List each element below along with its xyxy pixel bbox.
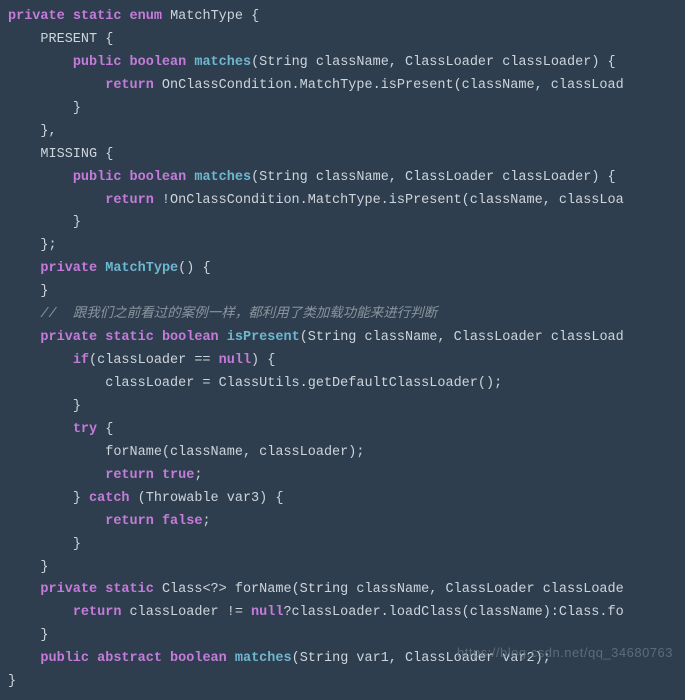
kw-static: static bbox=[105, 582, 154, 597]
kw-return: return bbox=[105, 514, 154, 529]
kw-private: private bbox=[40, 582, 97, 597]
kw-abstract: abstract bbox=[97, 651, 162, 666]
text: { bbox=[97, 147, 113, 162]
text: classLoader != bbox=[121, 605, 251, 620]
method-sig: (String className, ClassLoader classLoad… bbox=[251, 170, 616, 185]
code-block: private static enum MatchType { PRESENT … bbox=[0, 0, 685, 700]
text: (classLoader == bbox=[89, 353, 219, 368]
text: } bbox=[8, 674, 16, 689]
kw-public: public bbox=[73, 55, 122, 70]
text: forName(className, classLoader); bbox=[105, 445, 364, 460]
kw-false: false bbox=[162, 514, 203, 529]
kw-return: return bbox=[105, 468, 154, 483]
kw-null: null bbox=[251, 605, 283, 620]
kw-null: null bbox=[219, 353, 251, 368]
method-name: matches bbox=[235, 651, 292, 666]
text: { bbox=[243, 9, 259, 24]
kw-enum: enum bbox=[130, 9, 162, 24]
text: } bbox=[40, 284, 48, 299]
kw-public: public bbox=[73, 170, 122, 185]
method-sig: (String className, ClassLoader classLoad bbox=[300, 330, 624, 345]
text: }, bbox=[40, 124, 56, 139]
text: } bbox=[73, 537, 81, 552]
kw-try: try bbox=[73, 422, 97, 437]
text: ?classLoader.loadClass(className):Class.… bbox=[283, 605, 623, 620]
kw-boolean: boolean bbox=[130, 55, 187, 70]
text: }; bbox=[40, 238, 56, 253]
type-name: MatchType bbox=[170, 9, 243, 24]
method-name: matches bbox=[194, 55, 251, 70]
text: } bbox=[40, 628, 48, 643]
comment: // 跟我们之前看过的案例一样，都利用了类加载功能来进行判断 bbox=[40, 307, 437, 322]
method-name: isPresent bbox=[227, 330, 300, 345]
kw-catch: catch bbox=[89, 491, 130, 506]
text: { bbox=[97, 422, 113, 437]
kw-true: true bbox=[162, 468, 194, 483]
text: (Throwable var3) { bbox=[130, 491, 284, 506]
text: { bbox=[97, 32, 113, 47]
method-sig: (String className, ClassLoader classLoad… bbox=[251, 55, 616, 70]
kw-private: private bbox=[8, 9, 65, 24]
text: classLoader = ClassUtils.getDefaultClass… bbox=[105, 376, 502, 391]
enum-constant: MISSING bbox=[40, 147, 97, 162]
kw-boolean: boolean bbox=[170, 651, 227, 666]
text: ; bbox=[194, 468, 202, 483]
enum-constant: PRESENT bbox=[40, 32, 97, 47]
text: } bbox=[73, 215, 81, 230]
kw-if: if bbox=[73, 353, 89, 368]
kw-static: static bbox=[73, 9, 122, 24]
kw-return: return bbox=[73, 605, 122, 620]
text: () { bbox=[178, 261, 210, 276]
text: } bbox=[73, 399, 81, 414]
text: } bbox=[73, 101, 81, 116]
kw-private: private bbox=[40, 261, 97, 276]
kw-private: private bbox=[40, 330, 97, 345]
text: !OnClassCondition.MatchType.isPresent(cl… bbox=[154, 193, 624, 208]
kw-return: return bbox=[105, 78, 154, 93]
text: ) { bbox=[251, 353, 275, 368]
method-name: matches bbox=[194, 170, 251, 185]
kw-boolean: boolean bbox=[130, 170, 187, 185]
text: OnClassCondition.MatchType.isPresent(cla… bbox=[154, 78, 624, 93]
text: } bbox=[40, 560, 48, 575]
method-sig: (String var1, ClassLoader var2); bbox=[292, 651, 551, 666]
text: } bbox=[73, 491, 89, 506]
text: ; bbox=[202, 514, 210, 529]
kw-static: static bbox=[105, 330, 154, 345]
kw-return: return bbox=[105, 193, 154, 208]
text: Class<?> forName(String className, Class… bbox=[154, 582, 624, 597]
kw-public: public bbox=[40, 651, 89, 666]
ctor-name: MatchType bbox=[105, 261, 178, 276]
kw-boolean: boolean bbox=[162, 330, 219, 345]
